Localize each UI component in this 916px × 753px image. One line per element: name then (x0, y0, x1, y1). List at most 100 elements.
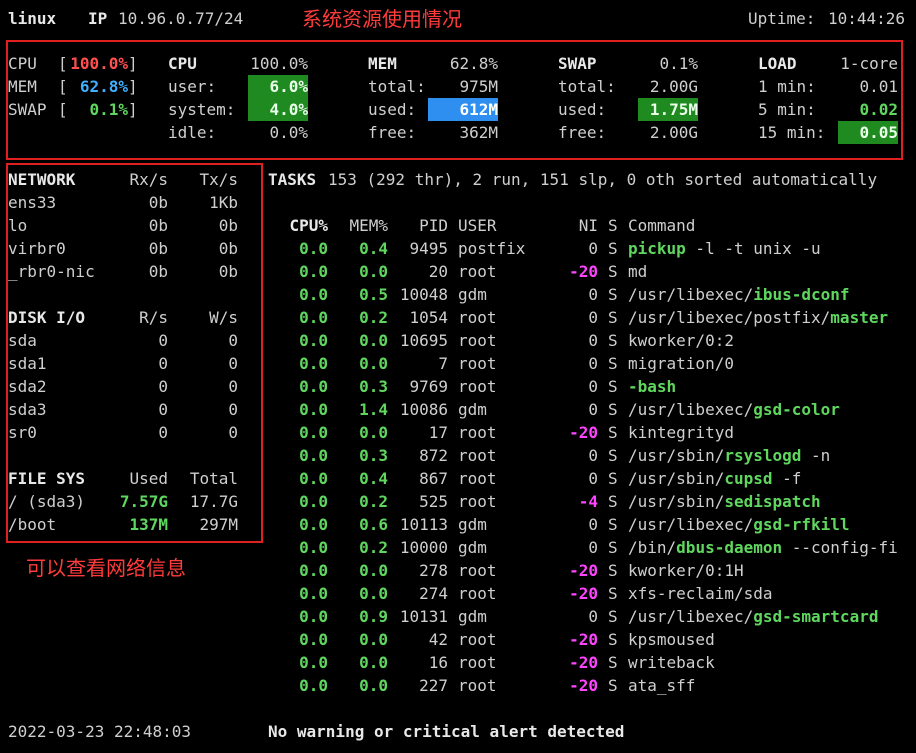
process-mem: 0.3 (359, 446, 388, 465)
process-mem: 0.4 (359, 469, 388, 488)
process-status: S (608, 400, 618, 419)
process-status: S (608, 584, 618, 603)
process-user: root (458, 469, 497, 488)
process-command-args: -f (772, 469, 802, 488)
process-row[interactable]: 0.0 0.2 525 root -4 S/usr/sbin/sedispatch (0, 490, 916, 513)
process-mem: 0.0 (359, 630, 388, 649)
process-status: S (608, 285, 618, 304)
process-command-path: /bin/ (628, 538, 677, 557)
process-cpu: 0.0 (299, 584, 328, 603)
process-status: S (608, 446, 618, 465)
process-command-path: /usr/libexec/ (628, 285, 754, 304)
process-row[interactable]: 0.0 0.0 42 root -20 Skpsmoused (0, 628, 916, 651)
process-mem: 0.0 (359, 676, 388, 695)
process-cpu: 0.0 (299, 469, 328, 488)
mem-used-value: 612M (428, 98, 498, 121)
process-row[interactable]: 0.0 0.5 10048 gdm 0 S/usr/libexec/ibus-dconf (0, 283, 916, 306)
process-command: migration/0 (628, 352, 734, 375)
process-command-path: xfs-reclaim/sda (628, 584, 773, 603)
process-nice: 0 (588, 400, 598, 419)
process-nice: 0 (588, 331, 598, 350)
header-status[interactable]: S (608, 214, 618, 237)
process-pid: 10086 (399, 400, 448, 419)
network-rx-value: 0b (148, 216, 168, 235)
network-rx-header: Rx/s (129, 170, 168, 189)
load-cores: 1-core (840, 54, 898, 73)
process-user: gdm (458, 538, 487, 557)
footer-alert: No warning or critical alert detected (268, 722, 625, 741)
process-command-path: kworker/0:1H (628, 561, 744, 580)
mem-total-pct: 62.8% (449, 54, 498, 73)
header-command[interactable]: Command (628, 214, 695, 237)
quicklook-cpu-value: 100.0% (70, 54, 128, 73)
quicklook-swap-bracket: [ (58, 100, 68, 119)
process-command-path: kintegrityd (628, 423, 734, 442)
header-ni[interactable]: NI (568, 214, 598, 237)
process-status: S (608, 354, 618, 373)
process-row[interactable]: 0.0 0.4 867 root 0 S/usr/sbin/cupsd -f (0, 467, 916, 490)
process-row[interactable]: 0.0 0.0 274 root -20 Sxfs-reclaim/sda (0, 582, 916, 605)
process-nice: 0 (588, 377, 598, 396)
process-mem: 0.5 (359, 285, 388, 304)
process-pid: 7 (438, 354, 448, 373)
process-row[interactable]: 0.0 0.0 20 root -20 Smd (0, 260, 916, 283)
process-nice: -20 (569, 423, 598, 442)
process-user: gdm (458, 400, 487, 419)
uptime-value: 10:44:26 (828, 9, 906, 28)
header-mem[interactable]: MEM% (328, 214, 388, 237)
process-command: /usr/libexec/gsd-color (628, 398, 840, 421)
process-command-name: gsd-rfkill (753, 515, 850, 534)
load-title: LOAD (758, 54, 797, 73)
network-tx-header: Tx/s (199, 170, 238, 189)
quicklook-mem-bracket: [ (58, 77, 68, 96)
process-row[interactable]: 0.0 0.6 10113 gdm 0 S/usr/libexec/gsd-rfkill (0, 513, 916, 536)
process-row[interactable]: 0.0 1.4 10086 gdm 0 S/usr/libexec/gsd-color (0, 398, 916, 421)
swap-title: SWAP (558, 54, 597, 73)
process-status: S (608, 423, 618, 442)
process-pid: 867 (419, 469, 448, 488)
process-nice: 0 (588, 515, 598, 534)
process-command-args: -l -t unix -u (685, 239, 821, 258)
cpu-user-label: user: (168, 77, 217, 96)
process-row[interactable]: 0.0 0.0 17 root -20 Skintegrityd (0, 421, 916, 444)
process-command-name: gsd-color (753, 400, 840, 419)
process-row[interactable]: 0.0 0.0 278 root -20 Skworker/0:1H (0, 559, 916, 582)
process-row[interactable]: 0.0 0.0 227 root -20 Sata_sff (0, 674, 916, 697)
quicklook-mem-value: 62.8% (79, 77, 128, 96)
process-row[interactable]: 0.0 0.4 9495 postfix 0 Spickup -l -t unix -u (0, 237, 916, 260)
process-user: root (458, 423, 497, 442)
process-row[interactable]: 0.0 0.0 10695 root 0 Skworker/0:2 (0, 329, 916, 352)
process-command-path: /usr/libexec/ (628, 515, 754, 534)
header-cpu[interactable]: CPU% (268, 214, 328, 237)
process-command: /usr/libexec/ibus-dconf (628, 283, 850, 306)
process-row[interactable]: 0.0 0.0 16 root -20 Swriteback (0, 651, 916, 674)
swap-free-label: free: (558, 123, 607, 142)
process-row[interactable]: 0.0 0.2 10000 gdm 0 S/bin/dbus-daemon --confi… (0, 536, 916, 559)
process-status: S (608, 308, 618, 327)
process-mem: 0.4 (359, 239, 388, 258)
process-pid: 10113 (399, 515, 448, 534)
process-mem: 0.0 (359, 262, 388, 281)
process-status: S (608, 331, 618, 350)
cpu-user-value: 6.0% (248, 75, 308, 98)
process-mem: 0.0 (359, 561, 388, 580)
process-row[interactable]: 0.0 0.3 9769 root 0 S -bash (0, 375, 916, 398)
process-pid: 227 (419, 676, 448, 695)
process-cpu: 0.0 (299, 561, 328, 580)
process-row[interactable]: 0.0 0.2 1054 root 0 S/usr/libexec/postfix/mas… (0, 306, 916, 329)
process-user: root (458, 262, 497, 281)
process-cpu: 0.0 (299, 492, 328, 511)
process-command-args: -n (801, 446, 831, 465)
process-row[interactable]: 0.0 0.9 10131 gdm 0 S/usr/libexec/gsd-smartca… (0, 605, 916, 628)
process-row[interactable]: 0.0 0.0 7 root 0 Smigration/0 (0, 352, 916, 375)
swap-free-value: 2.00G (649, 123, 698, 142)
process-row[interactable]: 0.0 0.3 872 root 0 S/usr/sbin/rsyslogd -n (0, 444, 916, 467)
header-user[interactable]: USER (458, 214, 497, 237)
header-pid[interactable]: PID (398, 214, 448, 237)
process-mem: 0.0 (359, 653, 388, 672)
network-rx-value: 0b (148, 193, 168, 212)
swap-used-value: 1.75M (638, 98, 698, 121)
process-cpu: 0.0 (299, 377, 328, 396)
process-nice: -20 (569, 584, 598, 603)
process-command-name: cupsd (724, 469, 773, 488)
